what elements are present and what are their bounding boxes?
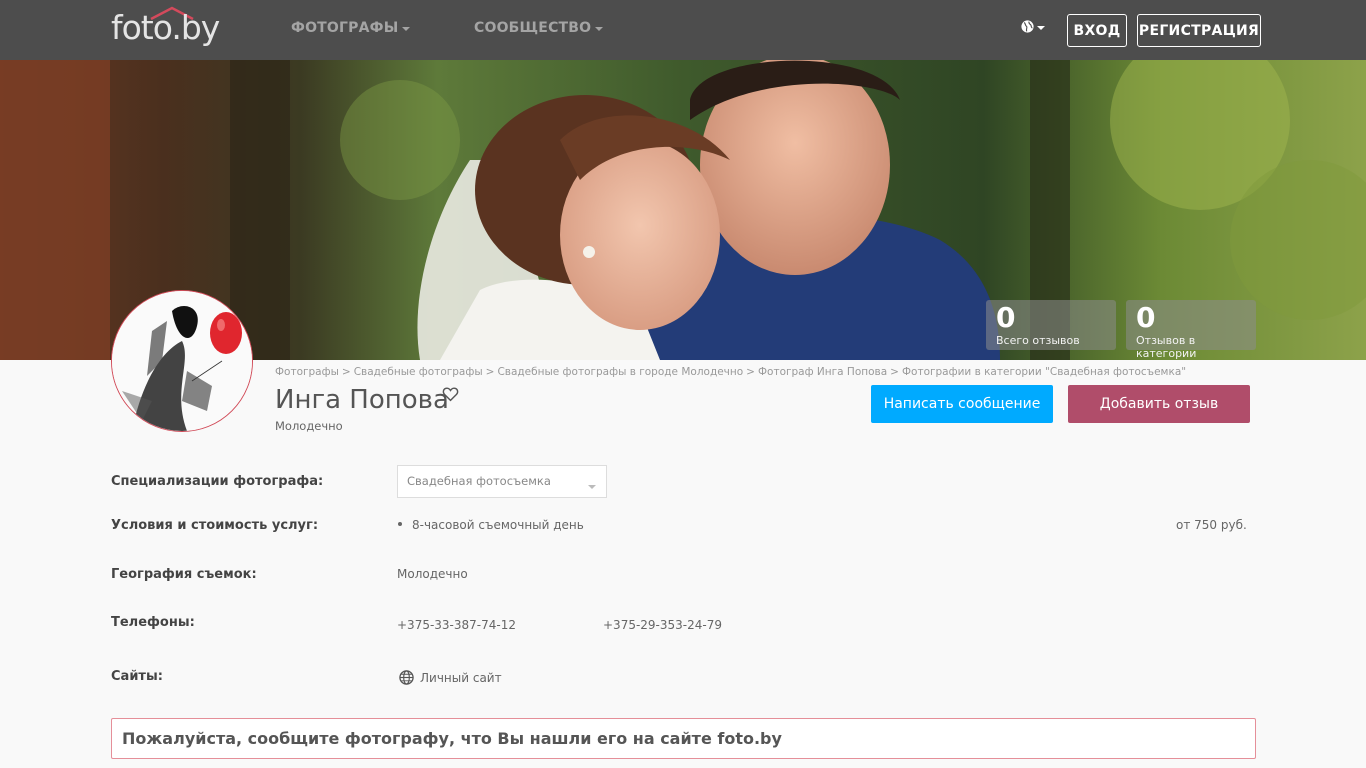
services-label: Условия и стоимость услуг: [111, 518, 319, 533]
service-price: от 750 руб. [1176, 518, 1247, 532]
avatar[interactable] [111, 290, 253, 432]
personal-site-link[interactable]: Личный сайт [399, 670, 502, 685]
specialization-select[interactable]: Свадебная фотосъемка [397, 465, 607, 498]
specialization-selected: Свадебная фотосъемка [407, 474, 551, 488]
globe-icon [1021, 20, 1034, 33]
globe-icon [399, 670, 414, 685]
breadcrumb-wedding-photographers[interactable]: Свадебные фотографы [354, 366, 483, 378]
sites-label: Сайты: [111, 669, 163, 684]
site-logo[interactable]: foto.by [111, 4, 241, 50]
category-reviews-label: Отзывов в категории [1136, 334, 1197, 360]
breadcrumb-photographers[interactable]: Фотографы [275, 366, 339, 378]
breadcrumb: Фотографы > Свадебные фотографы > Свадебные … [275, 366, 1187, 378]
geography-label: География съемок: [111, 567, 257, 582]
nav-community[interactable]: СООБЩЕСТВО [474, 20, 604, 36]
language-selector[interactable] [1021, 20, 1045, 33]
total-reviews-stat: 0 Всего отзывов [986, 300, 1116, 350]
login-button[interactable]: ВХОД [1067, 14, 1127, 47]
register-button[interactable]: РЕГИСТРАЦИЯ [1137, 14, 1261, 47]
phone-1[interactable]: +375-33-387-74-12 [397, 618, 516, 632]
caret-down-icon [402, 27, 411, 31]
send-message-button[interactable]: Написать сообщение [871, 385, 1053, 423]
total-reviews-count: 0 [996, 301, 1016, 334]
bullet-icon [398, 522, 402, 526]
caret-down-icon [588, 485, 596, 489]
phones-label: Телефоны: [111, 615, 195, 630]
notice-banner: Пожалуйста, сообщите фотографу, что Вы н… [111, 718, 1256, 759]
avatar-image [112, 291, 252, 431]
breadcrumb-photographer[interactable]: Фотограф Инга Попова [758, 366, 887, 378]
geography-value: Молодечно [397, 567, 468, 581]
caret-down-icon [1037, 25, 1045, 30]
category-reviews-stat: 0 Отзывов в категории [1126, 300, 1256, 360]
specializations-label: Специализации фотографа: [111, 474, 324, 489]
profile-city: Молодечно [275, 419, 343, 433]
heart-icon[interactable] [442, 386, 459, 402]
caret-down-icon [595, 27, 604, 31]
total-reviews-label: Всего отзывов [996, 334, 1080, 347]
add-review-button[interactable]: Добавить отзыв [1068, 385, 1250, 423]
breadcrumb-city[interactable]: Свадебные фотографы в городе Молодечно [497, 366, 743, 378]
service-name: 8-часовой съемочный день [412, 518, 584, 532]
category-reviews-count: 0 [1136, 301, 1156, 334]
nav-photographers[interactable]: ФОТОГРАФЫ [291, 20, 411, 36]
page-title: Инга Попова [275, 385, 449, 415]
top-navbar: foto.by ФОТОГРАФЫ СООБЩЕСТВО ВХОД РЕГИСТ… [0, 0, 1366, 60]
phone-2[interactable]: +375-29-353-24-79 [603, 618, 722, 632]
logo-text: foto.by [111, 8, 220, 47]
breadcrumb-category[interactable]: Фотографии в категории "Свадебная фотосъ… [902, 366, 1186, 378]
